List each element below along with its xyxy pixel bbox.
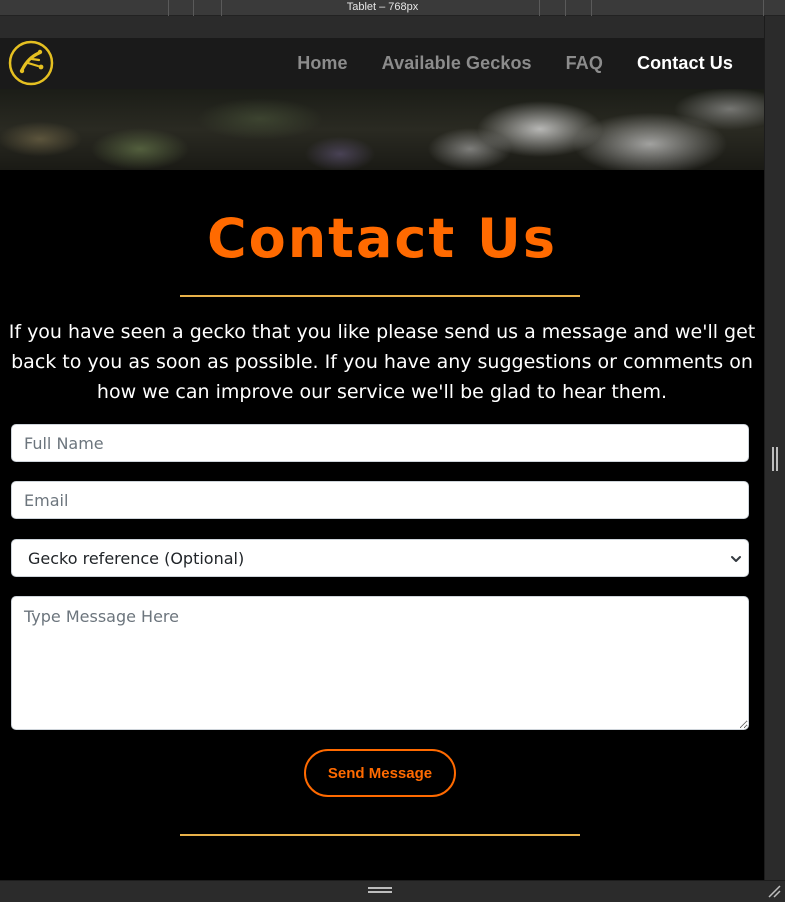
- width-resize-handle[interactable]: [772, 447, 778, 471]
- nav-links: Home Available Geckos FAQ Contact Us: [297, 38, 733, 89]
- handle-line: [776, 447, 778, 471]
- nav-link-contact-us[interactable]: Contact Us: [637, 53, 733, 74]
- height-resize-handle[interactable]: [368, 887, 392, 894]
- send-message-button[interactable]: Send Message: [304, 749, 456, 797]
- message-textarea[interactable]: [11, 596, 749, 730]
- intro-text: If you have seen a gecko that you like p…: [8, 321, 756, 403]
- devtools-bottom-rail: [0, 880, 785, 902]
- handle-line: [772, 447, 774, 471]
- nav-link-faq[interactable]: FAQ: [566, 53, 603, 74]
- navbar: Home Available Geckos FAQ Contact Us: [0, 38, 764, 89]
- page-title: Contact Us: [206, 207, 558, 270]
- title-divider: [180, 295, 580, 297]
- email-input[interactable]: [11, 481, 749, 519]
- gecko-logo-icon[interactable]: [8, 40, 54, 86]
- full-name-input[interactable]: [11, 424, 749, 462]
- handle-line: [368, 887, 392, 889]
- devtools-gap: [0, 16, 785, 38]
- nav-link-home[interactable]: Home: [297, 53, 347, 74]
- nav-link-available-geckos[interactable]: Available Geckos: [382, 53, 532, 74]
- device-size-label: Tablet – 768px: [346, 1, 419, 13]
- page-viewport: Home Available Geckos FAQ Contact Us Con…: [0, 38, 764, 880]
- footer-divider: [180, 834, 580, 836]
- devtools-ruler: Tablet – 768px: [0, 0, 785, 16]
- resize-grip-icon[interactable]: [767, 884, 781, 898]
- handle-line: [368, 891, 392, 893]
- gecko-reference-select-value: Gecko reference (Optional): [28, 549, 245, 568]
- chevron-down-icon: [731, 556, 741, 562]
- hero-banner-image: [0, 89, 764, 170]
- gecko-reference-select[interactable]: Gecko reference (Optional): [11, 539, 749, 577]
